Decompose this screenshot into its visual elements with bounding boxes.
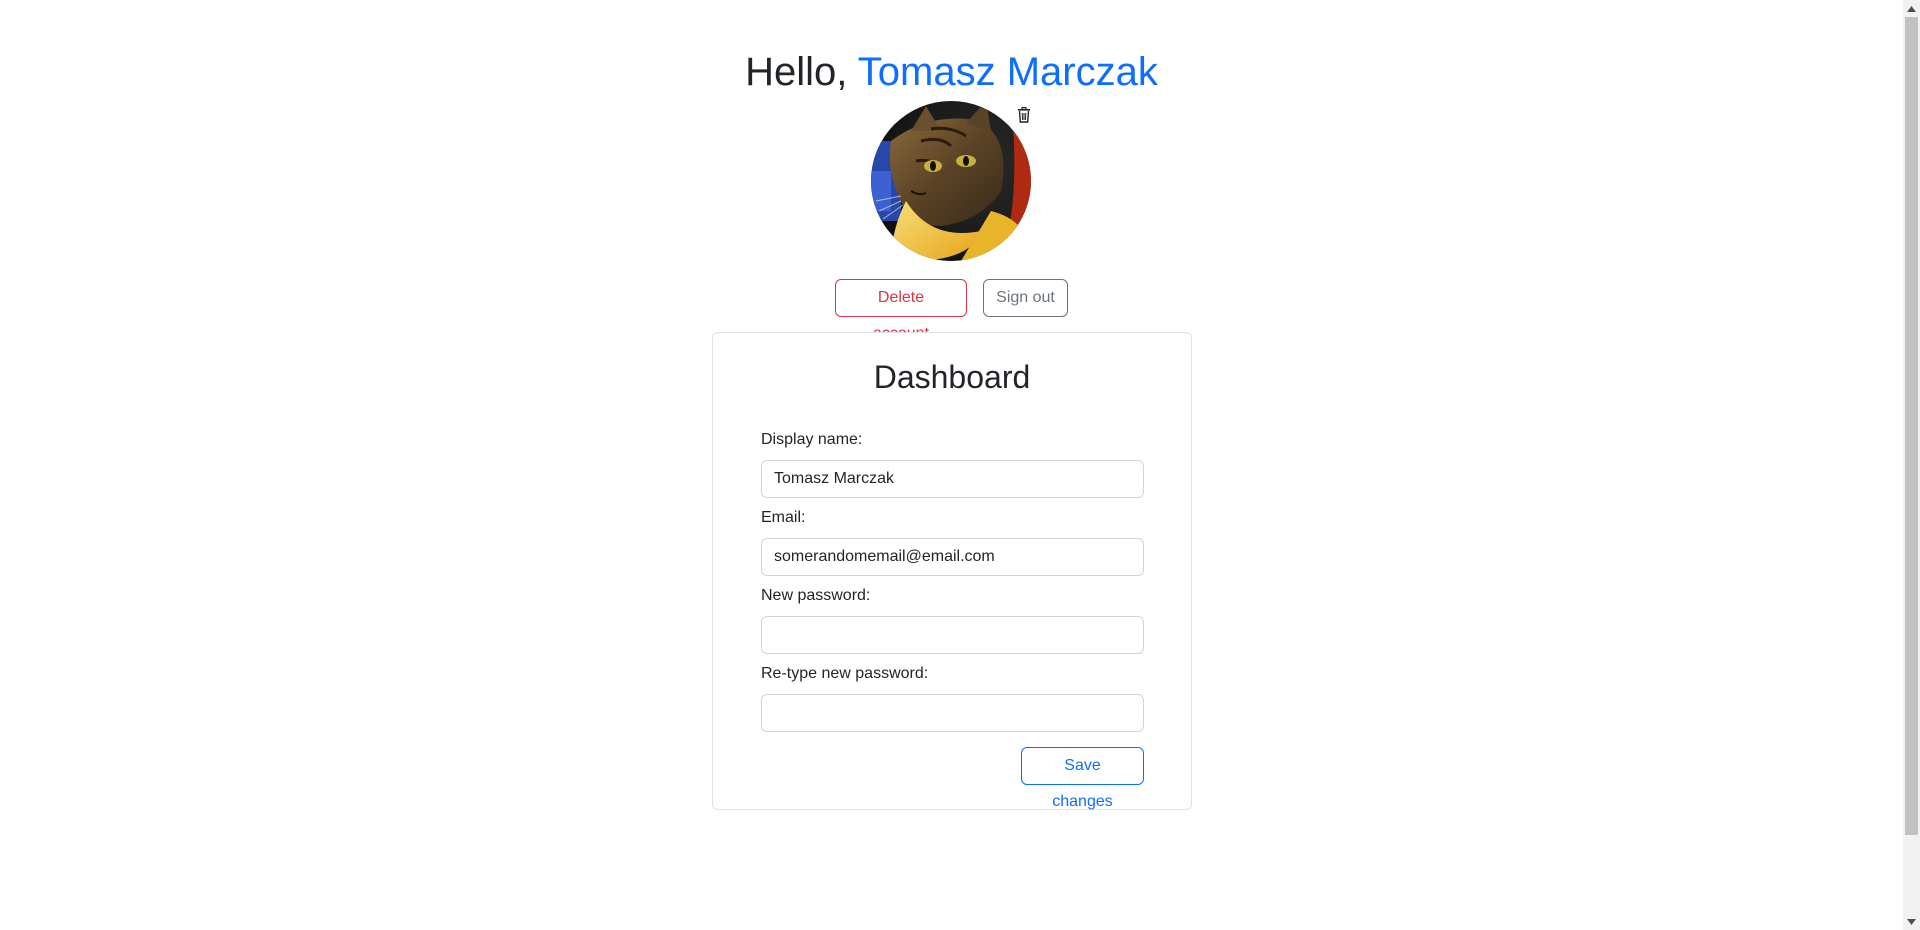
sign-out-button[interactable]: Sign out [983, 279, 1068, 317]
scroll-up-arrow-icon[interactable] [1903, 0, 1920, 17]
retype-password-input[interactable] [761, 694, 1144, 732]
retype-password-label: Re-type new password: [761, 665, 929, 682]
email-label: Email: [761, 509, 806, 526]
scroll-down-arrow-icon[interactable] [1903, 913, 1920, 930]
viewport: Hello, Tomasz Marczak Delete Sign out Da… [0, 0, 1920, 930]
greeting-heading: Hello, Tomasz Marczak [0, 44, 1903, 100]
scrollbar-thumb[interactable] [1905, 17, 1918, 835]
greeting-prefix: Hello, [745, 50, 858, 94]
dashboard-title: Dashboard [873, 359, 1031, 395]
vertical-scrollbar[interactable] [1903, 0, 1920, 930]
email-input[interactable] [761, 538, 1144, 576]
save-changes-button[interactable]: Save changes [1021, 747, 1144, 810]
trash-icon [1018, 106, 1030, 123]
display-name-input[interactable] [761, 460, 1144, 498]
avatar-container [871, 101, 1033, 263]
delete-account-button[interactable]: Delete account [835, 279, 967, 342]
new-password-label: New password: [761, 587, 871, 604]
display-name-label: Display name: [761, 431, 863, 448]
delete-avatar-button[interactable] [1014, 106, 1034, 126]
avatar [871, 101, 1031, 261]
page: Hello, Tomasz Marczak Delete Sign out Da… [0, 0, 1903, 930]
new-password-input[interactable] [761, 616, 1144, 654]
user-name: Tomasz Marczak [857, 50, 1158, 94]
dashboard-card: Dashboard Display name: Email: New passw… [712, 332, 1192, 810]
